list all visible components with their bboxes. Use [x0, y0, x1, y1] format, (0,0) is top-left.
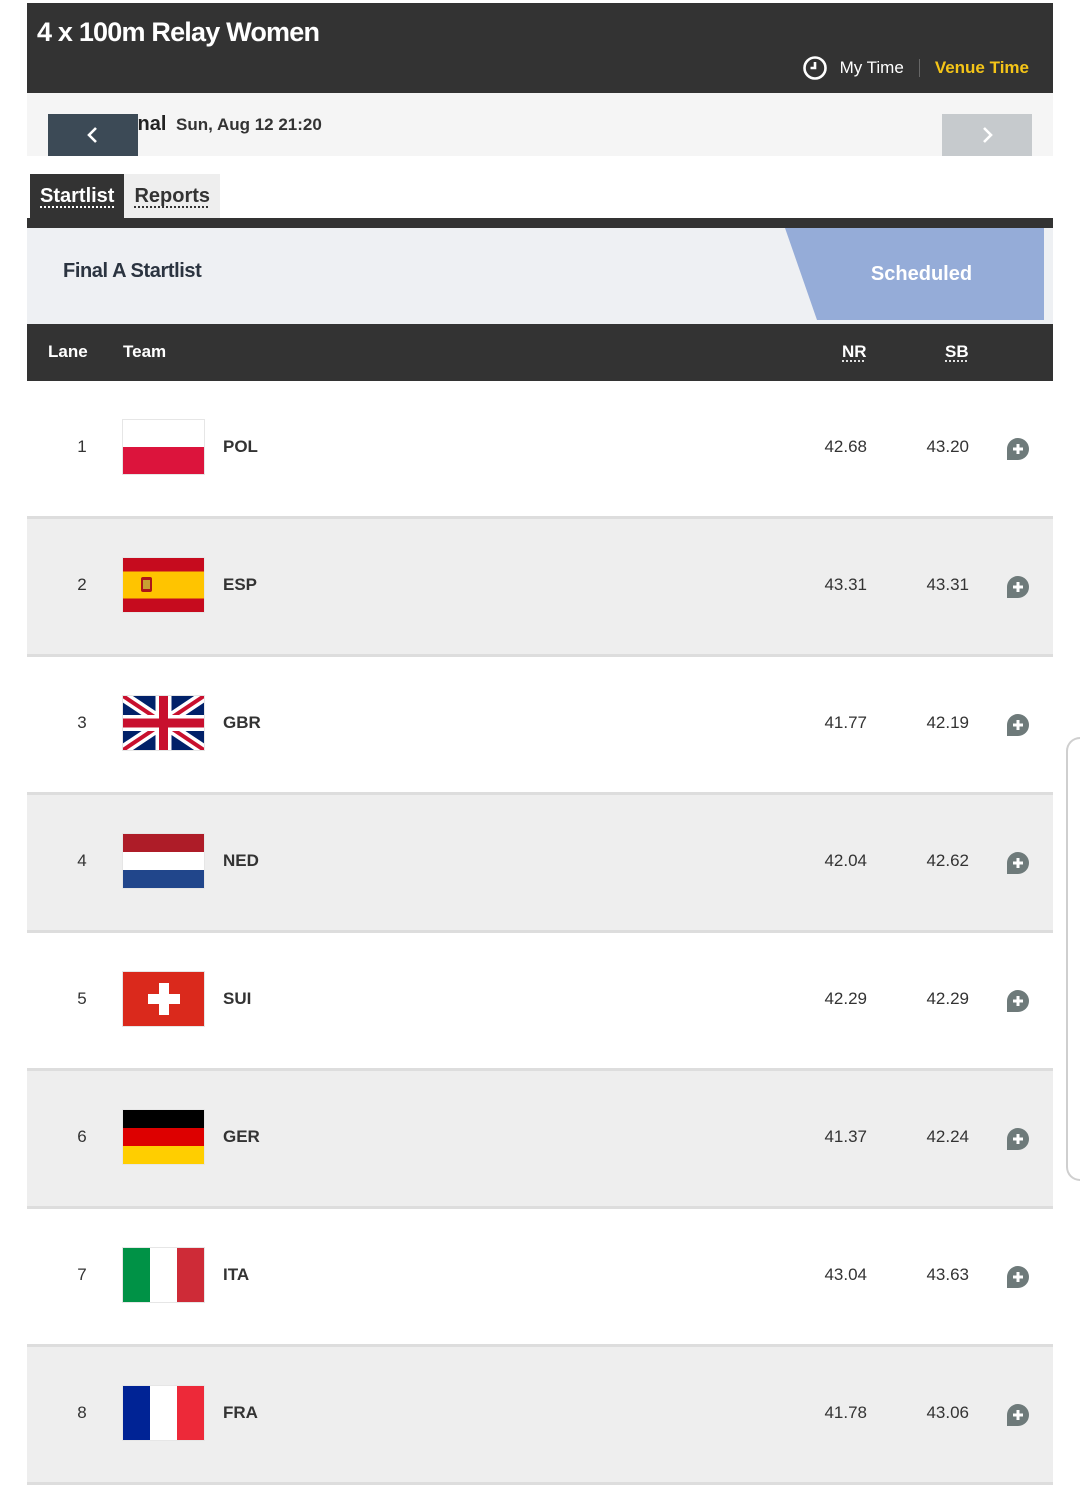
nr-value: 42.04 — [824, 851, 867, 870]
round-date: Sun, Aug 12 21:20 — [176, 115, 322, 134]
team-code[interactable]: ESP — [223, 575, 257, 595]
netherlands-flag-icon — [123, 834, 204, 888]
column-header-team: Team — [123, 342, 167, 361]
clock-icon — [802, 55, 828, 81]
startlist-table: 1 POL 42.68 43.20 2 ESP 43.31 43.31 3 GB… — [27, 381, 1053, 1485]
next-round-button[interactable] — [942, 114, 1032, 156]
event-header: 4 x 100m Relay Women My Time Venue Time — [27, 3, 1053, 93]
previous-round-button[interactable] — [48, 114, 138, 156]
table-row: 6 GER 41.37 42.24 — [27, 1071, 1053, 1209]
lane-number: 7 — [77, 1265, 87, 1284]
lane-number: 3 — [77, 713, 87, 732]
germany-flag-icon — [123, 1110, 204, 1164]
sb-value: 42.29 — [926, 989, 969, 1008]
plus-bubble-icon[interactable] — [1004, 435, 1032, 463]
plus-bubble-icon[interactable] — [1004, 1401, 1032, 1429]
team-code[interactable]: POL — [223, 437, 258, 457]
table-row: 8 FRA 41.78 43.06 — [27, 1347, 1053, 1485]
plus-bubble-icon[interactable] — [1004, 1263, 1032, 1291]
lane-number: 4 — [77, 851, 87, 870]
sb-value: 42.19 — [926, 713, 969, 732]
plus-bubble-icon[interactable] — [1004, 711, 1032, 739]
nr-value: 41.77 — [824, 713, 867, 732]
table-row: 1 POL 42.68 43.20 — [27, 381, 1053, 519]
lane-number: 1 — [77, 437, 87, 456]
nr-value: 43.31 — [824, 575, 867, 594]
event-title: 4 x 100m Relay Women — [37, 17, 320, 47]
spain-flag-icon — [123, 558, 204, 612]
sb-value: 43.63 — [926, 1265, 969, 1284]
venue-time-toggle[interactable]: Venue Time — [935, 58, 1029, 78]
column-header-sb[interactable]: SB — [945, 342, 969, 362]
section-title: Final A Startlist — [63, 260, 202, 282]
startlist-section-header: Final A Startlist Scheduled — [27, 228, 1053, 324]
lane-number: 2 — [77, 575, 87, 594]
poland-flag-icon — [123, 420, 204, 474]
plus-bubble-icon[interactable] — [1004, 1125, 1032, 1153]
lane-number: 8 — [77, 1403, 87, 1422]
team-code[interactable]: NED — [223, 851, 259, 871]
round-navigator: inal Sun, Aug 12 21:20 — [27, 93, 1053, 156]
nr-value: 41.37 — [824, 1127, 867, 1146]
column-header-nr[interactable]: NR — [842, 342, 867, 362]
great-britain-flag-icon — [123, 696, 204, 750]
team-code[interactable]: GBR — [223, 713, 261, 733]
toggle-divider — [918, 59, 920, 77]
round-label: inal Sun, Aug 12 21:20 — [132, 113, 322, 136]
plus-bubble-icon[interactable] — [1004, 849, 1032, 877]
team-code[interactable]: SUI — [223, 989, 251, 1009]
sb-value: 43.31 — [926, 575, 969, 594]
chevron-right-icon — [983, 127, 993, 143]
table-row: 3 GBR 41.77 42.19 — [27, 657, 1053, 795]
time-toggle: My Time Venue Time — [802, 55, 1029, 81]
tab-bar: Startlist Reports — [30, 174, 221, 218]
nr-value: 43.04 — [824, 1265, 867, 1284]
table-header: Lane Team NR SB — [27, 324, 1053, 381]
sb-value: 42.24 — [926, 1127, 969, 1146]
column-header-lane: Lane — [48, 342, 88, 361]
italy-flag-icon — [123, 1248, 204, 1302]
nr-value: 42.68 — [824, 437, 867, 456]
plus-bubble-icon[interactable] — [1004, 573, 1032, 601]
tab-underline — [27, 218, 1053, 228]
team-code[interactable]: ITA — [223, 1265, 249, 1285]
tab-startlist[interactable]: Startlist — [30, 174, 125, 218]
nr-value: 42.29 — [824, 989, 867, 1008]
lane-number: 5 — [77, 989, 87, 1008]
nr-value: 41.78 — [824, 1403, 867, 1422]
table-row: 7 ITA 43.04 43.63 — [27, 1209, 1053, 1347]
lane-number: 6 — [77, 1127, 87, 1146]
tab-reports[interactable]: Reports — [124, 174, 221, 218]
scroll-handle[interactable] — [1066, 737, 1080, 1181]
team-code[interactable]: FRA — [223, 1403, 258, 1423]
france-flag-icon — [123, 1386, 204, 1440]
sb-value: 42.62 — [926, 851, 969, 870]
table-row: 2 ESP 43.31 43.31 — [27, 519, 1053, 657]
team-code[interactable]: GER — [223, 1127, 260, 1147]
switzerland-flag-icon — [123, 972, 204, 1026]
table-row: 4 NED 42.04 42.62 — [27, 795, 1053, 933]
plus-bubble-icon[interactable] — [1004, 987, 1032, 1015]
my-time-toggle[interactable]: My Time — [840, 58, 904, 78]
table-row: 5 SUI 42.29 42.29 — [27, 933, 1053, 1071]
status-badge: Scheduled — [785, 228, 1044, 320]
sb-value: 43.06 — [926, 1403, 969, 1422]
sb-value: 43.20 — [926, 437, 969, 456]
chevron-left-icon — [87, 127, 97, 143]
